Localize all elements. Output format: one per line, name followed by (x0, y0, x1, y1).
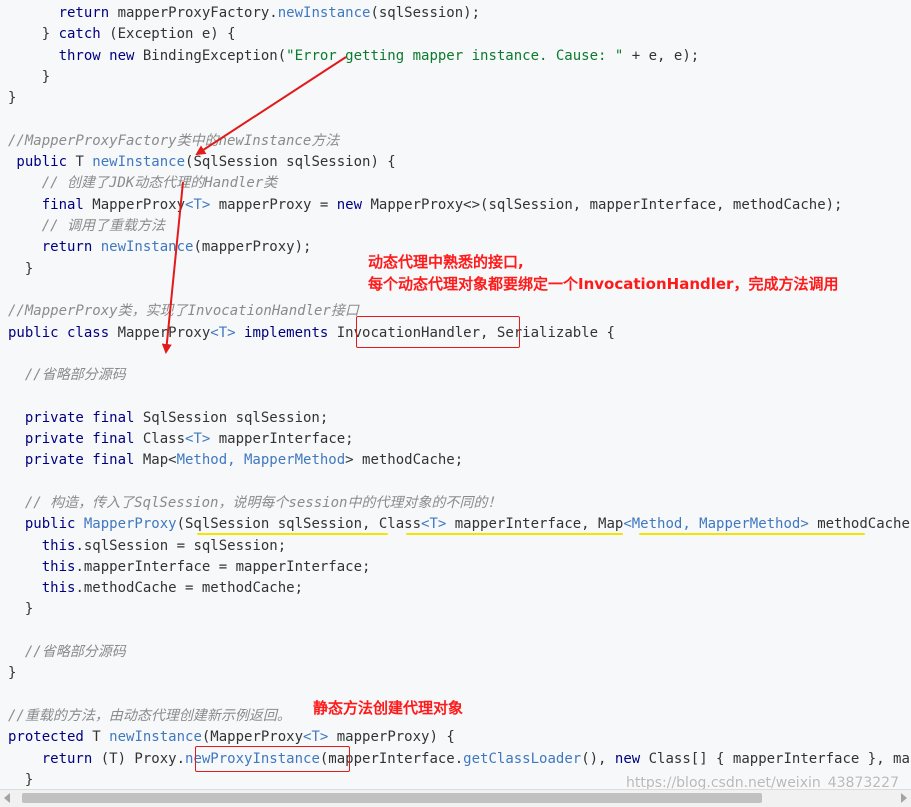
static-method-note: 静态方法创建代理对象 (313, 699, 464, 717)
arrows-overlay (161, 56, 347, 354)
invocation-handler-note: 动态代理中熟悉的接口, 每个动态代理对象都要绑定一个InvocationHand… (368, 253, 839, 293)
scroll-right-arrow-icon[interactable] (901, 793, 907, 803)
arrow-to-mapperproxy (161, 181, 184, 354)
scroll-thumb[interactable] (22, 793, 762, 803)
scroll-left-arrow-icon[interactable] (4, 793, 10, 803)
arrow-to-newinstance (195, 56, 347, 156)
horizontal-scrollbar[interactable] (0, 789, 911, 807)
